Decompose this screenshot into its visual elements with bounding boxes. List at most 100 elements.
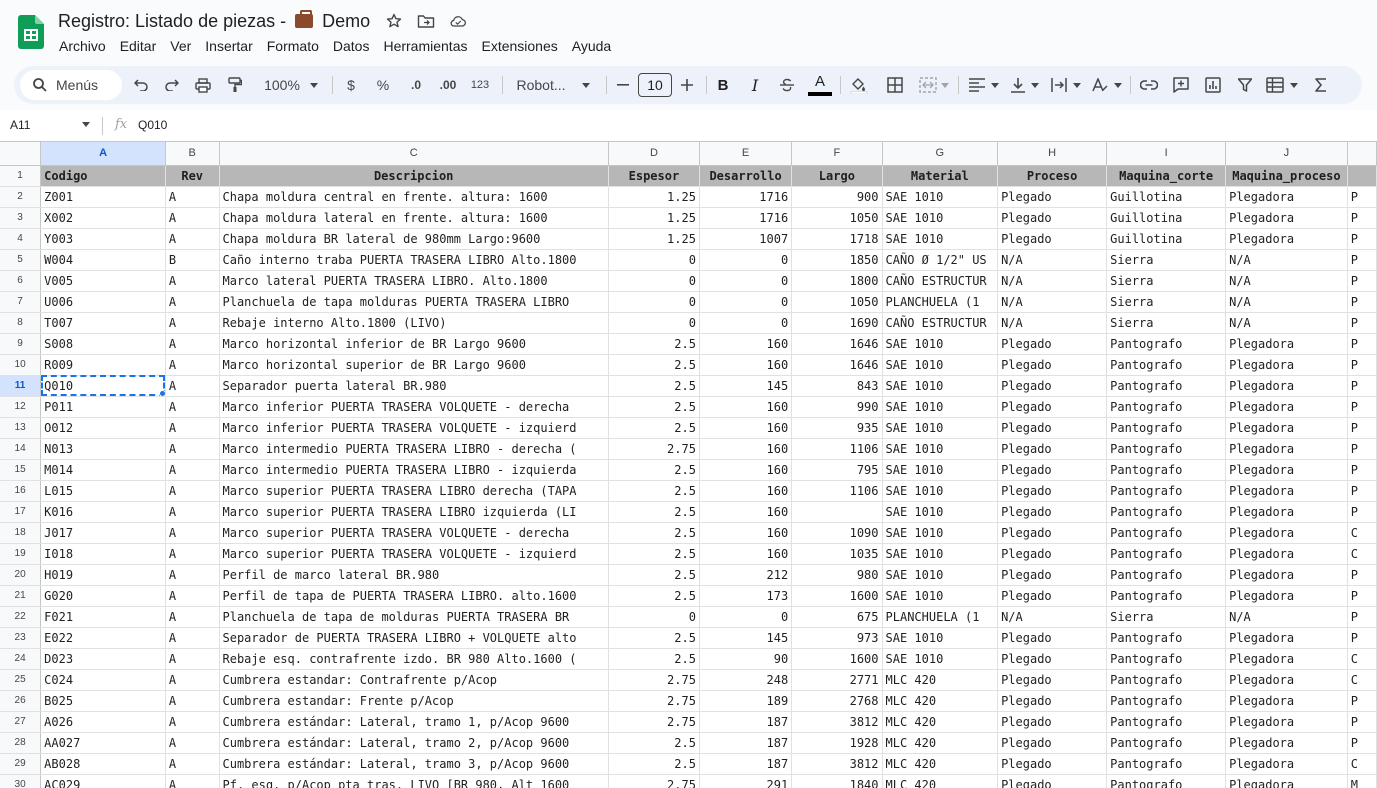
cell[interactable]: Plegado (997, 564, 1108, 586)
column-title-cell[interactable]: Espesor (608, 165, 700, 187)
name-box[interactable]: A11 (10, 118, 30, 132)
cell[interactable]: SAE 1010 (882, 585, 999, 607)
cell[interactable]: M (1347, 774, 1377, 788)
select-all-corner[interactable] (0, 142, 42, 166)
cell[interactable]: SAE 1010 (882, 186, 999, 208)
cell[interactable]: Plegado (997, 333, 1108, 355)
cell[interactable]: AB028 (40, 753, 166, 775)
column-header-g[interactable]: G (882, 142, 999, 166)
cell[interactable]: MLC 420 (882, 690, 999, 712)
cell[interactable]: 2.5 (608, 333, 700, 355)
row-header[interactable]: 2 (0, 186, 42, 208)
cell[interactable]: Marco lateral PUERTA TRASERA LIBRO. Alto… (219, 270, 609, 292)
cell[interactable] (791, 501, 883, 523)
cell[interactable]: 1646 (791, 333, 883, 355)
cloud-saved-icon[interactable] (449, 12, 467, 30)
cell[interactable]: Pantografo (1106, 732, 1227, 754)
cell[interactable]: Plegadora (1225, 753, 1348, 775)
cell[interactable]: 212 (699, 564, 793, 586)
cell[interactable]: Guillotina (1106, 228, 1227, 250)
merge-cells-icon[interactable] (916, 66, 952, 104)
cell[interactable]: A026 (40, 711, 166, 733)
cell[interactable]: 980 (791, 564, 883, 586)
cell[interactable]: Rebaje interno Alto.1800 (LIVO) (219, 312, 609, 334)
cell[interactable]: Pantografo (1106, 585, 1227, 607)
cell[interactable]: Plegado (997, 438, 1108, 460)
row-header[interactable]: 22 (0, 606, 42, 628)
cell[interactable]: Plegadora (1225, 627, 1348, 649)
cell[interactable]: A (165, 669, 220, 691)
cell[interactable]: 2.5 (608, 459, 700, 481)
row-header[interactable]: 20 (0, 564, 42, 586)
increase-decimal-button[interactable]: .00 (434, 66, 462, 104)
menu-datos[interactable]: Datos (326, 37, 377, 55)
cell[interactable]: 1850 (791, 249, 883, 271)
cell[interactable]: 187 (699, 711, 793, 733)
cell[interactable]: Plegadora (1225, 669, 1348, 691)
cell[interactable]: MLC 420 (882, 732, 999, 754)
row-header[interactable]: 5 (0, 249, 42, 271)
cell[interactable]: Plegadora (1225, 396, 1348, 418)
column-title-cell[interactable]: Maquina_proceso (1225, 165, 1348, 187)
cell[interactable]: PLANCHUELA (1 (882, 606, 999, 628)
cell[interactable]: P (1347, 690, 1377, 712)
redo-icon[interactable] (161, 66, 183, 104)
cell[interactable]: P (1347, 564, 1377, 586)
cell[interactable]: 1600 (791, 585, 883, 607)
cell[interactable]: SAE 1010 (882, 396, 999, 418)
cell[interactable]: B (165, 249, 220, 271)
column-title-cell[interactable]: Largo (791, 165, 883, 187)
cell[interactable]: Plegadora (1225, 228, 1348, 250)
cell[interactable]: 2.5 (608, 753, 700, 775)
cell[interactable]: 1007 (699, 228, 793, 250)
cell[interactable]: G020 (40, 585, 166, 607)
cell[interactable]: U006 (40, 291, 166, 313)
cell[interactable]: 1600 (791, 648, 883, 670)
cell[interactable]: P (1347, 354, 1377, 376)
cell[interactable]: P (1347, 312, 1377, 334)
cell[interactable]: Plegado (997, 732, 1108, 754)
cell[interactable]: P (1347, 333, 1377, 355)
column-header-j[interactable]: J (1225, 142, 1348, 166)
cell[interactable]: Plegadora (1225, 732, 1348, 754)
cell[interactable]: C (1347, 543, 1377, 565)
cell[interactable]: 160 (699, 333, 793, 355)
column-header-c[interactable]: C (219, 142, 609, 166)
cell[interactable]: Pantografo (1106, 774, 1227, 788)
cell[interactable]: Plegado (997, 480, 1108, 502)
cell[interactable]: Plegadora (1225, 648, 1348, 670)
cell[interactable]: Cumbrera estándar: Lateral, tramo 3, p/A… (219, 753, 609, 775)
row-header[interactable]: 4 (0, 228, 42, 250)
cell[interactable]: E022 (40, 627, 166, 649)
spreadsheet-grid[interactable]: ABCDEFGHIJ 1 Codigo Rev Descripcion Espesor D… (0, 141, 1377, 788)
cell[interactable]: 2.5 (608, 522, 700, 544)
cell[interactable]: Marco intermedio PUERTA TRASERA LIBRO - … (219, 438, 609, 460)
cell[interactable]: 160 (699, 501, 793, 523)
row-header[interactable]: 29 (0, 753, 42, 775)
cell[interactable]: 2.5 (608, 543, 700, 565)
cell[interactable]: Plegado (997, 690, 1108, 712)
cell[interactable]: 2.5 (608, 354, 700, 376)
cell[interactable]: 795 (791, 459, 883, 481)
cell[interactable]: A (165, 396, 220, 418)
cell[interactable]: Plegadora (1225, 585, 1348, 607)
cell[interactable]: 935 (791, 417, 883, 439)
cell[interactable]: A (165, 333, 220, 355)
font-family-select[interactable]: Robot... (512, 66, 594, 104)
column-title-cell[interactable]: Codigo (40, 165, 166, 187)
cell[interactable]: N/A (1225, 291, 1348, 313)
cell[interactable]: Marco horizontal superior de BR Largo 96… (219, 354, 609, 376)
row-header[interactable]: 16 (0, 480, 42, 502)
row-header[interactable]: 7 (0, 291, 42, 313)
cell[interactable]: P (1347, 228, 1377, 250)
cell[interactable]: Cumbrera estándar: Lateral, tramo 1, p/A… (219, 711, 609, 733)
cell[interactable]: Marco superior PUERTA TRASERA LIBRO dere… (219, 480, 609, 502)
row-header[interactable]: 27 (0, 711, 42, 733)
cell[interactable]: 2.5 (608, 564, 700, 586)
cell[interactable]: Plegadora (1225, 375, 1348, 397)
cell[interactable]: P (1347, 732, 1377, 754)
cell[interactable]: 160 (699, 459, 793, 481)
cell[interactable]: 2.75 (608, 690, 700, 712)
cell[interactable]: Pantografo (1106, 627, 1227, 649)
cell[interactable]: 2.5 (608, 732, 700, 754)
